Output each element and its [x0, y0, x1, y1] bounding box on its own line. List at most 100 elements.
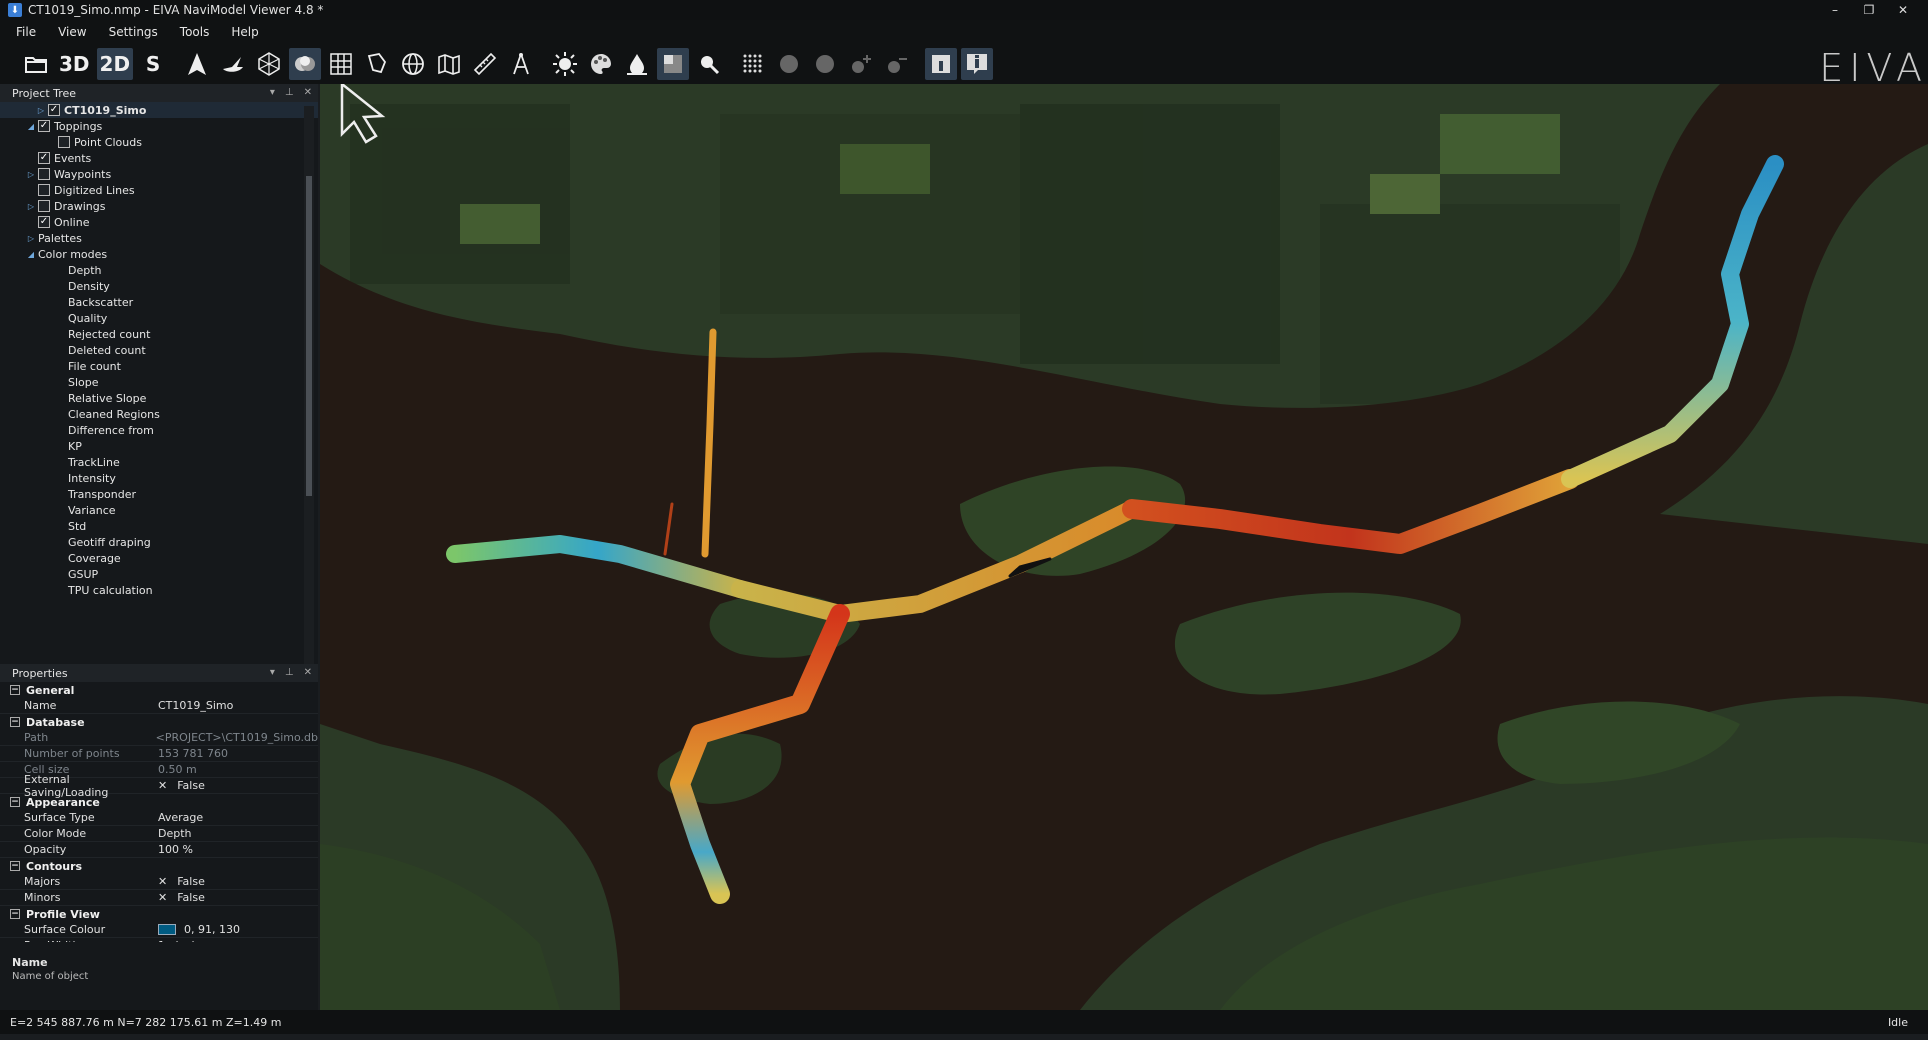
property-row[interactable]: Number of points 153 781 760 [0, 746, 318, 762]
panel-menu-icon[interactable]: ▾ [270, 84, 275, 102]
property-value[interactable]: ✕ False [134, 891, 318, 904]
property-value[interactable]: CT1019_Simo [134, 699, 318, 712]
property-row[interactable]: Surface Colour 0, 91, 130 [0, 922, 318, 938]
expand-caret-icon[interactable]: ▷ [26, 170, 36, 179]
property-row[interactable]: Minors ✕ False [0, 890, 318, 906]
probe-button[interactable] [693, 48, 725, 80]
property-row[interactable]: External Saving/Loading ✕ False [0, 773, 318, 799]
tree-item-palettes[interactable]: ▷ Palettes [0, 230, 318, 246]
tree-item-backscatter[interactable]: Backscatter [0, 294, 318, 310]
property-row[interactable]: Color Mode Depth [0, 826, 318, 842]
property-value[interactable]: ✕ False [134, 875, 318, 888]
tree-checkbox[interactable] [38, 168, 50, 180]
menu-settings[interactable]: Settings [109, 25, 158, 39]
tree-item-online[interactable]: ✓ Online [0, 214, 318, 230]
restore-button[interactable]: ❐ [1852, 0, 1886, 20]
tree-item-transponder[interactable]: Transponder [0, 486, 318, 502]
expand-caret-icon[interactable]: ▷ [26, 202, 36, 211]
points-grid-button[interactable] [737, 48, 769, 80]
info-button[interactable] [961, 48, 994, 80]
menu-file[interactable]: File [16, 25, 36, 39]
collapse-box-icon[interactable]: − [10, 797, 20, 807]
collapse-box-icon[interactable]: − [10, 861, 20, 871]
tree-item-color-modes[interactable]: ◢ Color modes [0, 246, 318, 262]
map-button[interactable] [433, 48, 465, 80]
collapse-caret-icon[interactable]: ◢ [26, 122, 36, 131]
open-folder-button[interactable] [20, 48, 52, 80]
property-value[interactable]: 100 % [134, 843, 318, 856]
view-2d-button[interactable]: 2D [96, 48, 134, 80]
tree-item-kp[interactable]: KP [0, 438, 318, 454]
tree-item-digitized-lines[interactable]: Digitized Lines [0, 182, 318, 198]
tree-item-slope[interactable]: Slope [0, 374, 318, 390]
shape-button[interactable] [361, 48, 393, 80]
pin-icon[interactable]: ⊥ [285, 84, 294, 102]
tree-checkbox[interactable]: ✓ [38, 120, 50, 132]
property-row[interactable]: Path <PROJECT>\CT1019_Simo.db [0, 730, 318, 746]
property-category-database[interactable]: − Database [0, 714, 318, 730]
face-good-button[interactable] [773, 48, 805, 80]
measure-button[interactable] [469, 48, 501, 80]
property-row[interactable]: Surface Type Average [0, 810, 318, 826]
face-neutral-button[interactable] [809, 48, 841, 80]
property-value[interactable]: 0, 91, 130 [134, 923, 318, 936]
property-category-general[interactable]: − General [0, 682, 318, 698]
property-row[interactable]: Name CT1019_Simo [0, 698, 318, 714]
tree-item-point-clouds[interactable]: Point Clouds [0, 134, 318, 150]
property-row[interactable]: Opacity 100 % [0, 842, 318, 858]
tree-checkbox[interactable]: ✓ [38, 216, 50, 228]
wireframe-button[interactable] [253, 48, 285, 80]
tree-item-file-count[interactable]: File count [0, 358, 318, 374]
globe-button[interactable] [397, 48, 429, 80]
close-button[interactable]: ✕ [1886, 0, 1920, 20]
collapse-box-icon[interactable]: − [10, 685, 20, 695]
tree-item-ct1019-simo[interactable]: ▷ ✓ CT1019_Simo [0, 102, 318, 118]
layers-button[interactable] [289, 48, 322, 80]
tree-item-depth[interactable]: Depth [0, 262, 318, 278]
tree-item-events[interactable]: ✓ Events [0, 150, 318, 166]
color-swatch[interactable] [158, 924, 176, 935]
property-value[interactable]: Average [134, 811, 318, 824]
tree-scrollbar-thumb[interactable] [306, 176, 312, 496]
tree-item-coverage[interactable]: Coverage [0, 550, 318, 566]
tree-item-geotiff-draping[interactable]: Geotiff draping [0, 534, 318, 550]
panel-close-icon[interactable]: ✕ [304, 84, 312, 102]
tree-item-toppings[interactable]: ◢ ✓ Toppings [0, 118, 318, 134]
compass-button[interactable] [505, 48, 537, 80]
property-category-contours[interactable]: − Contours [0, 858, 318, 874]
tree-item-density[interactable]: Density [0, 278, 318, 294]
tree-item-variance[interactable]: Variance [0, 502, 318, 518]
tree-item-deleted-count[interactable]: Deleted count [0, 342, 318, 358]
lighting-button[interactable] [549, 48, 581, 80]
menu-tools[interactable]: Tools [180, 25, 210, 39]
tree-checkbox[interactable] [58, 136, 70, 148]
minimize-button[interactable]: – [1818, 0, 1852, 20]
collapse-box-icon[interactable]: − [10, 717, 20, 727]
view-3d-button[interactable]: 3D [56, 48, 93, 80]
vessel-button[interactable] [217, 48, 249, 80]
remove-point-button[interactable] [881, 48, 913, 80]
add-point-button[interactable] [845, 48, 877, 80]
pin-icon[interactable]: ⊥ [285, 664, 294, 682]
tree-item-relative-slope[interactable]: Relative Slope [0, 390, 318, 406]
tree-item-intensity[interactable]: Intensity [0, 470, 318, 486]
view-s-button[interactable]: S [137, 48, 169, 80]
shading-button[interactable] [657, 48, 690, 80]
property-category-appearance[interactable]: − Appearance [0, 794, 318, 810]
tree-item-std[interactable]: Std [0, 518, 318, 534]
tree-item-quality[interactable]: Quality [0, 310, 318, 326]
tree-item-rejected-count[interactable]: Rejected count [0, 326, 318, 342]
palette-button[interactable] [585, 48, 617, 80]
depth-button[interactable] [621, 48, 653, 80]
north-arrow-button[interactable] [181, 48, 213, 80]
tree-item-gsup[interactable]: GSUP [0, 566, 318, 582]
tree-checkbox[interactable] [38, 184, 50, 196]
tree-checkbox[interactable] [38, 200, 50, 212]
grid-button[interactable] [325, 48, 357, 80]
menu-view[interactable]: View [58, 25, 86, 39]
info-panel-button[interactable] [925, 48, 958, 80]
map-canvas[interactable] [320, 84, 1928, 1010]
expand-caret-icon[interactable]: ▷ [26, 234, 36, 243]
tree-item-waypoints[interactable]: ▷ Waypoints [0, 166, 318, 182]
expand-caret-icon[interactable]: ▷ [36, 106, 46, 115]
